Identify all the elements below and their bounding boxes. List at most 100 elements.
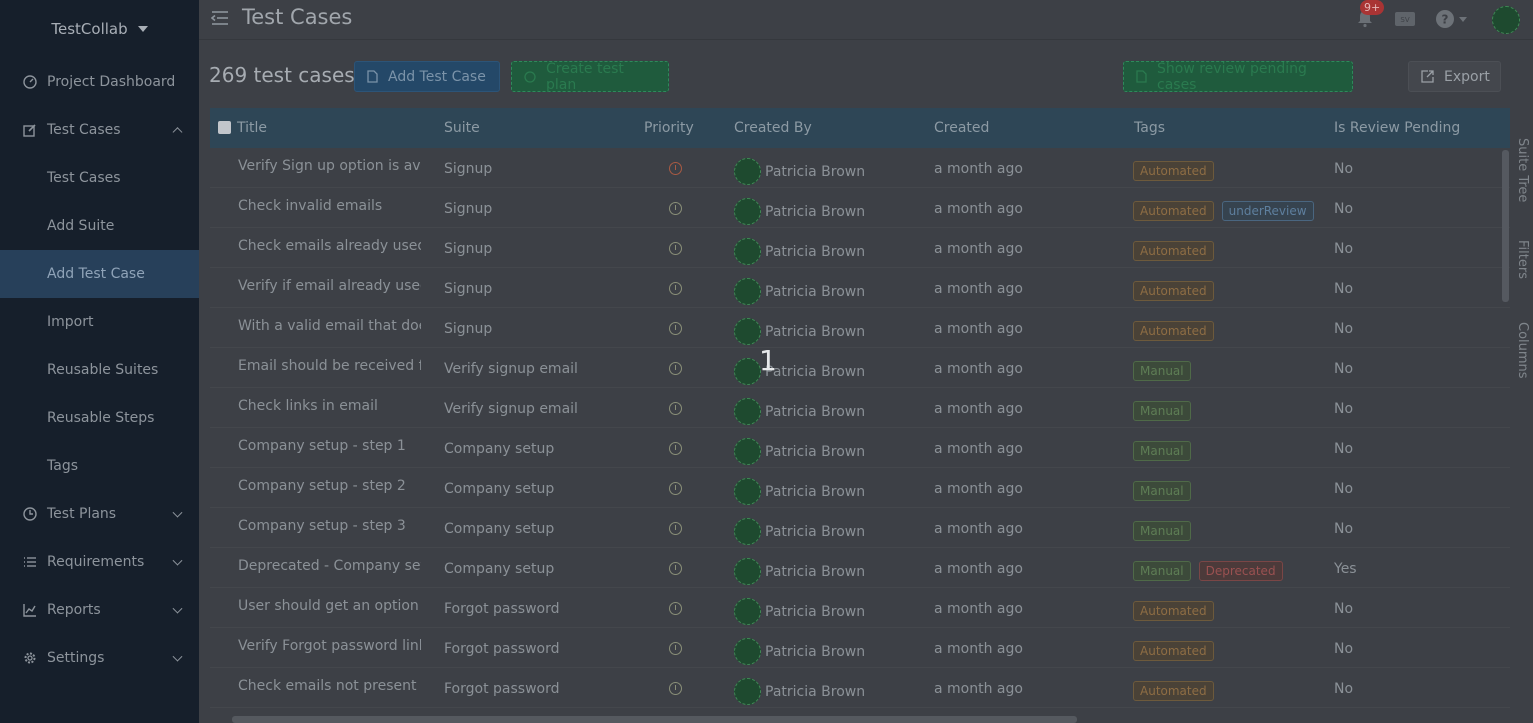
tag-badge: Automated: [1133, 641, 1214, 661]
created-date: a month ago: [934, 361, 1023, 377]
sidebar-item-test-plans[interactable]: Test Plans: [0, 490, 199, 538]
plan-icon: [524, 70, 536, 83]
show-review-pending-button[interactable]: Show review pending cases: [1123, 61, 1353, 93]
list-icon: [22, 555, 37, 570]
test-case-title-link[interactable]: Verify Sign up option is available: [238, 158, 421, 174]
column-suite[interactable]: Suite: [444, 120, 480, 136]
created-by: Patricia Brown: [734, 278, 865, 305]
filters-tab[interactable]: Filters: [1515, 240, 1530, 279]
vertical-scrollbar[interactable]: [1502, 150, 1509, 302]
test-cases-table: Title Suite Priority Created By Created …: [210, 108, 1510, 708]
review-pending-value: No: [1334, 161, 1354, 177]
column-tags[interactable]: Tags: [1134, 120, 1165, 136]
menu-collapse-icon[interactable]: [210, 10, 229, 30]
column-created-by[interactable]: Created By: [734, 120, 812, 136]
created-by: Patricia Brown: [734, 678, 865, 705]
sidebar-item-test-cases[interactable]: Test Cases: [0, 106, 199, 154]
sidebar-item-test-cases[interactable]: Test Cases: [0, 154, 199, 202]
test-case-title-link[interactable]: Check invalid emails: [238, 198, 421, 214]
table-row[interactable]: Verify if email already used, ... Signup P…: [210, 268, 1510, 308]
table-row[interactable]: Check emails not present in system Forgot…: [210, 668, 1510, 708]
priority-icon: [669, 682, 682, 695]
test-case-title-link[interactable]: Email should be received for signup: [238, 358, 421, 374]
priority-icon: [669, 162, 682, 175]
sidebar-item-reports[interactable]: Reports: [0, 586, 199, 634]
sidebar-item-requirements[interactable]: Requirements: [0, 538, 199, 586]
table-row[interactable]: Deprecated - Company setup Company setup P…: [210, 548, 1510, 588]
table-row[interactable]: Check emails already used Signup Patricia …: [210, 228, 1510, 268]
creator-name: Patricia Brown: [765, 283, 866, 300]
table-row[interactable]: Company setup - step 1 Company setup Patri…: [210, 428, 1510, 468]
table-row[interactable]: With a valid email that does not exist Si…: [210, 308, 1510, 348]
tv-icon[interactable]: SV: [1394, 11, 1416, 31]
priority-icon: [669, 602, 682, 615]
test-case-title-link[interactable]: User should get an option to reset: [238, 598, 421, 614]
export-icon: [1421, 70, 1434, 83]
sidebar-item-reusable-steps[interactable]: Reusable Steps: [0, 394, 199, 442]
tag-badge: underReview: [1221, 201, 1314, 221]
add-test-case-button[interactable]: Add Test Case: [354, 61, 500, 92]
column-is-review-pending[interactable]: Is Review Pending: [1334, 120, 1460, 136]
notification-badge: 9+: [1360, 0, 1385, 15]
tags-cell: Automated underReview: [1133, 201, 1314, 221]
sidebar-item-import[interactable]: Import: [0, 298, 199, 346]
table-row[interactable]: Email should be received for signup Verif…: [210, 348, 1510, 388]
tag-badge: Manual: [1133, 401, 1191, 421]
user-avatar[interactable]: [1492, 6, 1520, 34]
test-case-title-link[interactable]: Check links in email: [238, 398, 421, 414]
review-pending-value: No: [1334, 521, 1354, 537]
created-date: a month ago: [934, 481, 1023, 497]
sidebar-item-label: Reports: [47, 602, 101, 618]
test-case-title-link[interactable]: Company setup - step 3: [238, 518, 421, 534]
sidebar-item-settings[interactable]: Settings: [0, 634, 199, 682]
tags-cell: Manual: [1133, 361, 1191, 381]
help-icon[interactable]: ?: [1435, 9, 1467, 29]
test-case-count: 269 test cases: [209, 63, 355, 87]
test-case-title-link[interactable]: Verify if email already used, ...: [238, 278, 421, 294]
table-row[interactable]: Company setup - step 2 Company setup Patri…: [210, 468, 1510, 508]
created-date: a month ago: [934, 681, 1023, 697]
horizontal-scrollbar[interactable]: [232, 716, 1077, 723]
test-case-title-link[interactable]: Deprecated - Company setup: [238, 558, 421, 574]
tags-cell: Manual: [1133, 521, 1191, 541]
column-priority[interactable]: Priority: [644, 120, 694, 136]
create-test-plan-button[interactable]: Create test plan: [511, 61, 669, 93]
sidebar-item-add-test-case[interactable]: Add Test Case: [0, 250, 199, 298]
suite-name: Signup: [444, 241, 493, 257]
project-switcher[interactable]: TestCollab: [0, 0, 199, 58]
select-all-checkbox[interactable]: [218, 121, 231, 134]
tag-badge: Manual: [1133, 521, 1191, 541]
column-created[interactable]: Created: [934, 120, 989, 136]
suite-tree-tab[interactable]: Suite Tree: [1515, 138, 1530, 202]
sidebar-item-label: Tags: [47, 458, 78, 474]
test-case-title-link[interactable]: Company setup - step 2: [238, 478, 421, 494]
sidebar-item-project-dashboard[interactable]: Project Dashboard: [0, 58, 199, 106]
table-row[interactable]: Check links in email Verify signup email P…: [210, 388, 1510, 428]
table-row[interactable]: Verify Forgot password link works Forgot …: [210, 628, 1510, 668]
table-row[interactable]: User should get an option to reset Forgot…: [210, 588, 1510, 628]
avatar: [734, 158, 761, 185]
table-header: Title Suite Priority Created By Created …: [210, 108, 1510, 148]
sidebar-item-tags[interactable]: Tags: [0, 442, 199, 490]
suite-name: Company setup: [444, 481, 555, 497]
test-case-title-link[interactable]: With a valid email that does not exist: [238, 318, 421, 334]
test-case-title-link[interactable]: Company setup - step 1: [238, 438, 421, 454]
test-case-title-link[interactable]: Check emails not present in system: [238, 678, 421, 694]
sidebar-item-add-suite[interactable]: Add Suite: [0, 202, 199, 250]
creator-name: Patricia Brown: [765, 363, 866, 380]
created-by: Patricia Brown: [734, 558, 865, 585]
test-case-title-link[interactable]: Verify Forgot password link works: [238, 638, 421, 654]
sidebar-item-label: Requirements: [47, 554, 145, 570]
priority-icon: [669, 442, 682, 455]
table-row[interactable]: Check invalid emails Signup Patricia Brown…: [210, 188, 1510, 228]
review-pending-value: No: [1334, 601, 1354, 617]
export-button[interactable]: Export: [1408, 61, 1501, 92]
columns-tab[interactable]: Columns: [1515, 322, 1530, 379]
column-title[interactable]: Title: [237, 120, 267, 136]
created-by: Patricia Brown: [734, 198, 865, 225]
test-case-title-link[interactable]: Check emails already used: [238, 238, 421, 254]
creator-name: Patricia Brown: [765, 643, 866, 660]
table-row[interactable]: Verify Sign up option is available Signup…: [210, 148, 1510, 188]
sidebar-item-reusable-suites[interactable]: Reusable Suites: [0, 346, 199, 394]
table-row[interactable]: Company setup - step 3 Company setup Patri…: [210, 508, 1510, 548]
